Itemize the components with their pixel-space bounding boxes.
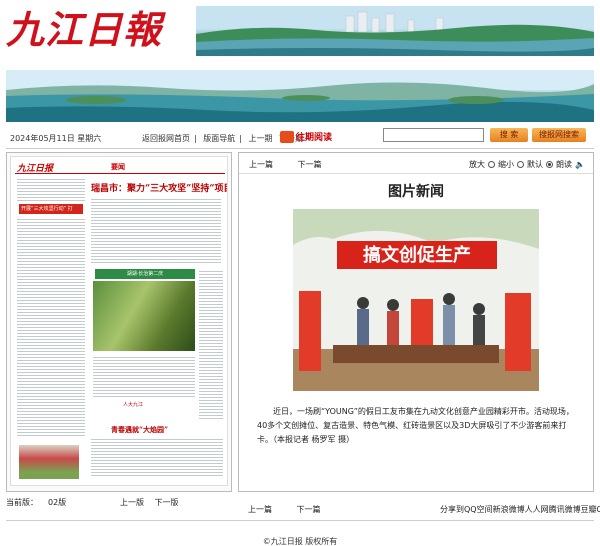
newspaper-page-thumbnail[interactable]: 九江日报 要闻 瑞昌市：聚力“三大攻坚”坚持“项目为王” 开展“三大攻坚行动” … — [10, 156, 228, 486]
footer-divider — [6, 520, 594, 521]
thumb-text-block[interactable] — [91, 197, 221, 265]
network-search-button[interactable]: 搜报网搜索 — [532, 128, 586, 142]
prev-article-link[interactable]: 上一篇 — [249, 160, 273, 169]
read-aloud-label[interactable]: 朗读 — [556, 159, 572, 170]
search-button[interactable]: 搜 索 — [490, 128, 528, 142]
thumb-text-block[interactable] — [17, 177, 85, 201]
thumb-text-block[interactable] — [199, 269, 223, 419]
photo-banner-text: 搞文创促生产 — [363, 244, 471, 266]
footer-copyright: ©九江日报 版权所有 — [262, 537, 338, 546]
speaker-icon[interactable]: 🔈 — [575, 160, 585, 169]
share-links[interactable]: 分享到QQ空间新浪微博人人网腾讯微博豆瓣0 — [440, 504, 600, 515]
article-tools: 放大 缩小 默认 朗读 🔈 — [469, 159, 585, 170]
thumb-photo-market[interactable] — [19, 445, 79, 479]
default-size-radio[interactable] — [546, 161, 554, 168]
next-article-link[interactable]: 下一篇 — [298, 160, 322, 169]
thumb-section: 要闻 — [111, 163, 125, 171]
header-banner-image — [196, 6, 594, 56]
prev-version-link[interactable]: 上一版 — [120, 498, 144, 507]
article-nav-divider — [239, 173, 593, 174]
article-photo[interactable]: 搞文创促生产 — [293, 209, 539, 391]
thumb-headline[interactable]: 瑞昌市：聚力“三大攻坚”坚持“项目为王” — [91, 181, 227, 194]
toolbar: 2024年05月11日 星期六 返回报网首页| 版面导航| 上一期 下一期 往期… — [0, 126, 600, 148]
prev-issue-link[interactable]: 上一期 — [249, 134, 273, 143]
article-nav-bottom: 上一篇 下一篇 — [248, 504, 343, 515]
masthead: 九江日報 — [0, 0, 600, 62]
next-article-link-bottom[interactable]: 下一篇 — [297, 505, 321, 514]
header-divider — [6, 148, 594, 149]
thumb-subheadline[interactable]: 青春遇就“大焰园” — [111, 425, 168, 435]
current-version: 当前版： 02版 — [6, 498, 67, 507]
issue-date: 2024年05月11日 星期六 — [10, 134, 102, 143]
past-issues-button[interactable]: 往期阅读 — [280, 130, 332, 143]
thumb-masthead: 九江日报 要闻 — [15, 160, 225, 174]
thumb-text-block[interactable] — [91, 437, 223, 477]
calendar-icon — [280, 130, 294, 143]
lake-banner-image — [6, 70, 594, 122]
next-version-link[interactable]: 下一版 — [155, 498, 179, 507]
home-link[interactable]: 返回报网首页 — [142, 134, 190, 143]
thumb-text-block[interactable] — [17, 217, 85, 437]
article-nav-top: 上一篇 下一篇 — [249, 159, 344, 170]
zoom-out-label: 缩小 — [498, 160, 515, 169]
thumb-photo-orchard[interactable] — [93, 281, 195, 351]
article-title: 图片新闻 — [388, 184, 444, 200]
zoom-out-radio[interactable] — [517, 161, 525, 168]
search-input[interactable] — [383, 128, 484, 142]
thumb-text-block[interactable] — [93, 355, 195, 399]
article-panel: 上一篇 下一篇 放大 缩小 默认 朗读 🔈 图片新闻 搞文创促生产 近日，一场刷… — [238, 152, 594, 492]
newspaper-logo[interactable]: 九江日報 — [6, 6, 162, 54]
page-thumbnail-panel: 九江日报 要闻 瑞昌市：聚力“三大攻坚”坚持“项目为王” 开展“三大攻坚行动” … — [6, 152, 232, 492]
article-caption: 近日，一场刷“YOUNG”的假日工友市集在九动文化创意产业园精彩开市。活动现场，… — [257, 407, 574, 444]
zoom-in-radio[interactable] — [488, 161, 496, 168]
prev-article-link-bottom[interactable]: 上一篇 — [248, 505, 272, 514]
thumb-green-box: 湖湖·长治第二庆 — [95, 269, 195, 279]
zoom-in-label: 放大 — [469, 160, 486, 169]
layout-nav-link[interactable]: 版面导航 — [203, 134, 235, 143]
thumb-stamp: 人大九江 — [123, 402, 144, 408]
current-version-value: 02版 — [48, 498, 67, 507]
default-size-label: 默认 — [527, 160, 544, 169]
page-root: 九江日報 2024年05月11日 星期六 返回报网首页 | 版面导航 | 上一期… — [0, 0, 600, 546]
version-nav: 上一版 下一版 — [120, 497, 187, 508]
thumb-red-box: 开展“三大攻坚行动” 打造“五个区域中心” — [19, 204, 83, 222]
